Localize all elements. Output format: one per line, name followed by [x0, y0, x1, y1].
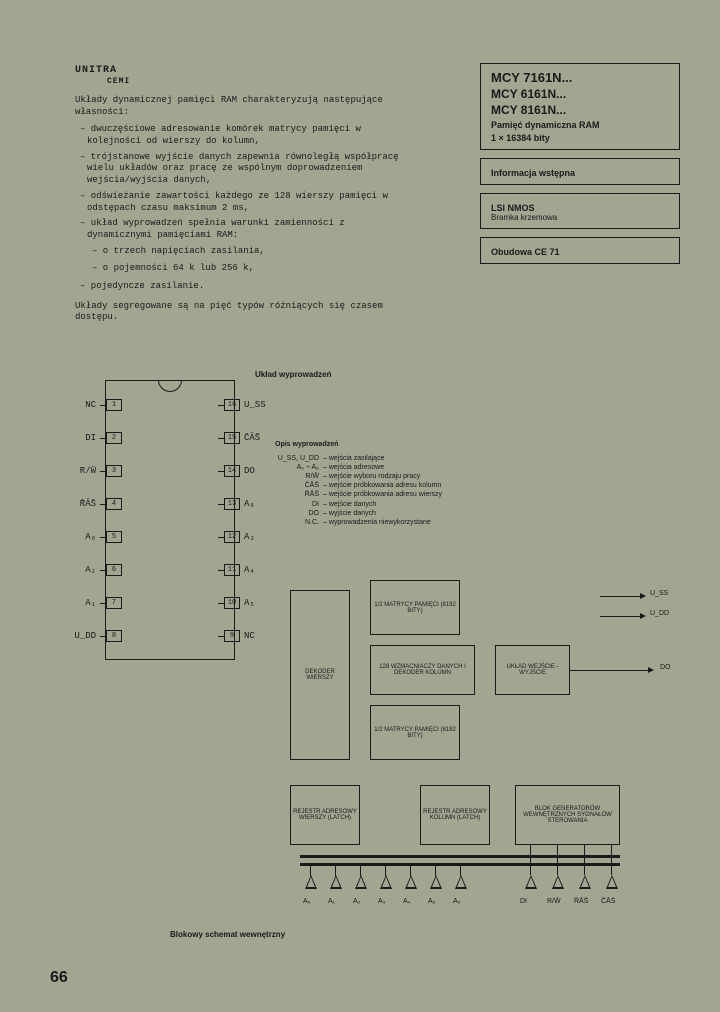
signal-ctrl: DI: [520, 898, 527, 905]
buffer-icon: [606, 875, 618, 889]
signal-udd: U_DD: [650, 610, 669, 617]
block-amplifiers: 128 WZMACNIACZY DANYCH I DEKODER KOLUMN: [370, 645, 475, 695]
signal-ctrl: R̄ĀS̄: [574, 898, 588, 905]
pin-right-11: A₄11: [218, 564, 266, 576]
info-box-tech: LSI NMOS Bramka krzemowa: [480, 193, 680, 229]
pin-descriptions: Opis wyprowadzeń U_SS, U_DD– wejścia zas…: [275, 440, 442, 527]
block-reg-rows: REJESTR ADRESOWY WIERSZY (LATCH): [290, 785, 360, 845]
signal-addr: A₂: [353, 898, 360, 905]
signal-addr: A₅: [428, 898, 436, 905]
signal-addr: A₃: [378, 898, 386, 905]
pin-left-7: A₁7: [74, 597, 122, 609]
block-matrix-1: 1/2 MATRYCY PAMIĘCI (8192 BITY): [370, 580, 460, 635]
chip-notch-icon: [158, 380, 182, 392]
info-box-package: Obudowa CE 71: [480, 237, 680, 264]
info-box-preliminary: Informacja wstępna: [480, 158, 680, 185]
pin-desc-row: U_SS, U_DD– wejścia zasilające: [275, 454, 442, 463]
signal-addr: A₆: [453, 898, 461, 905]
block-io: UKŁAD WEJŚCIE - WYJŚCIE: [495, 645, 570, 695]
pin-right-12: A₃12: [218, 531, 266, 543]
buffer-icon: [552, 875, 564, 889]
pin-desc-row: R̄ĀS̄– wejście próbkowania adresu wiersz…: [275, 490, 442, 499]
buffer-icon: [455, 875, 467, 889]
product-info-boxes: MCY 7161N... MCY 6161N... MCY 8161N... P…: [480, 63, 680, 272]
buffer-icon: [305, 875, 317, 889]
signal-ctrl: C̄ĀS̄: [601, 898, 615, 905]
buffer-icon: [330, 875, 342, 889]
buffer-icon: [525, 875, 537, 889]
signal-addr: A₄: [403, 898, 411, 905]
block-diagram: DEKODER WIERSZY 1/2 MATRYCY PAMIĘCI (819…: [290, 580, 670, 920]
block-matrix-2: 1/2 MATRYCY PAMIĘCI (8192 BITY): [370, 705, 460, 760]
block-reg-cols: REJESTR ADRESOWY KOLUMN (LATCH): [420, 785, 490, 845]
buffer-icon: [355, 875, 367, 889]
product-title-box: MCY 7161N... MCY 6161N... MCY 8161N... P…: [480, 63, 680, 150]
company-logo: UNITRA CEMI: [75, 65, 130, 87]
buffer-icon: [380, 875, 392, 889]
pin-right-10: A₅10: [218, 597, 266, 609]
signal-addr: A₁: [328, 898, 335, 905]
pin-desc-row: C̄ĀS̄– wejście próbkowania adresu kolumn: [275, 481, 442, 490]
block-diagram-label: Blokowy schemat wewnętrzny: [170, 930, 285, 939]
pin-desc-row: DI– wejście danych: [275, 500, 442, 509]
block-decoder: DEKODER WIERSZY: [290, 590, 350, 760]
buffer-icon: [405, 875, 417, 889]
buffer-icon: [430, 875, 442, 889]
signal-do: DO: [660, 664, 671, 671]
pin-right-14: DO14: [218, 465, 266, 477]
pin-left-3: R/W̄3: [74, 465, 122, 477]
pin-left-6: A₂6: [74, 564, 122, 576]
pin-left-8: U_DD8: [74, 630, 122, 642]
pin-right-13: A₆13: [218, 498, 266, 510]
pin-left-5: A₀5: [74, 531, 122, 543]
block-generators: BLOK GENERATORÓW WEWNĘTRZNYCH SYGNAŁÓW S…: [515, 785, 620, 845]
pin-desc-row: A₀ ÷ A₆– wejścia adresowe: [275, 463, 442, 472]
pin-desc-row: N.C.– wyprowadzenia niewykorzystane: [275, 518, 442, 527]
pin-right-16: U_SS16: [218, 399, 266, 411]
pin-desc-row: DO– wyjście danych: [275, 509, 442, 518]
buffer-icon: [579, 875, 591, 889]
signal-ctrl: R/W̄: [547, 898, 561, 905]
pin-right-15: C̄ĀS̄15: [218, 432, 266, 444]
pinout-diagram: NC1DI2R/W̄3R̄ĀS̄4A₀5A₂6A₁7U_DD8U_SS16C̄Ā…: [75, 380, 255, 660]
signal-uss: U_SS: [650, 590, 668, 597]
page-number: 66: [50, 969, 68, 987]
signal-addr: A₀: [303, 898, 311, 905]
intro-text: Układy dynamicznej pamięci RAM charakter…: [75, 95, 405, 330]
pinout-title: Układ wyprowadzeń: [255, 370, 331, 379]
pin-right-9: NC9: [218, 630, 266, 642]
pin-desc-row: R/W̄– wejście wyboru rodzaju pracy: [275, 472, 442, 481]
pin-left-4: R̄ĀS̄4: [74, 498, 122, 510]
pin-left-1: NC1: [74, 399, 122, 411]
pin-left-2: DI2: [74, 432, 122, 444]
